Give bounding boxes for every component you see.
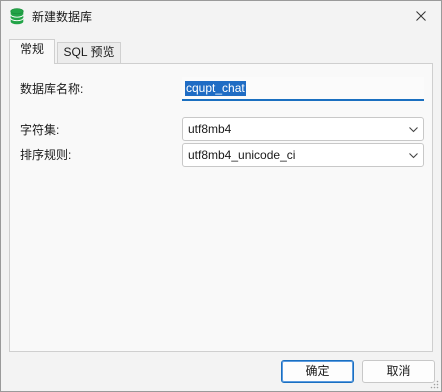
close-button[interactable] [406,5,436,27]
close-icon [416,11,426,21]
chevron-down-icon [409,127,418,133]
new-database-dialog: 新建数据库 常规 SQL 预览 数据库名称: cqupt_chat 字符集: u… [0,0,442,392]
resize-grip-icon[interactable] [429,379,439,389]
chevron-down-icon [409,153,418,159]
db-name-input[interactable]: cqupt_chat [182,77,424,101]
collation-value: utf8mb4_unicode_ci [188,148,296,162]
title-bar[interactable]: 新建数据库 [1,1,441,33]
cancel-button[interactable]: 取消 [362,360,435,383]
collation-label: 排序规则: [20,148,72,162]
charset-value: utf8mb4 [188,122,232,136]
collation-select[interactable]: utf8mb4_unicode_ci [182,143,424,167]
window-title: 新建数据库 [32,10,93,24]
tab-sql-preview[interactable]: SQL 预览 [57,42,121,63]
general-tab-panel: 数据库名称: cqupt_chat 字符集: utf8mb4 排序规则: utf… [9,63,433,352]
charset-select[interactable]: utf8mb4 [182,117,424,141]
db-name-label: 数据库名称: [20,82,84,96]
database-icon [10,8,24,25]
charset-label: 字符集: [20,123,60,137]
db-name-value: cqupt_chat [185,81,246,96]
ok-button[interactable]: 确定 [281,360,354,383]
tab-general[interactable]: 常规 [9,39,55,64]
